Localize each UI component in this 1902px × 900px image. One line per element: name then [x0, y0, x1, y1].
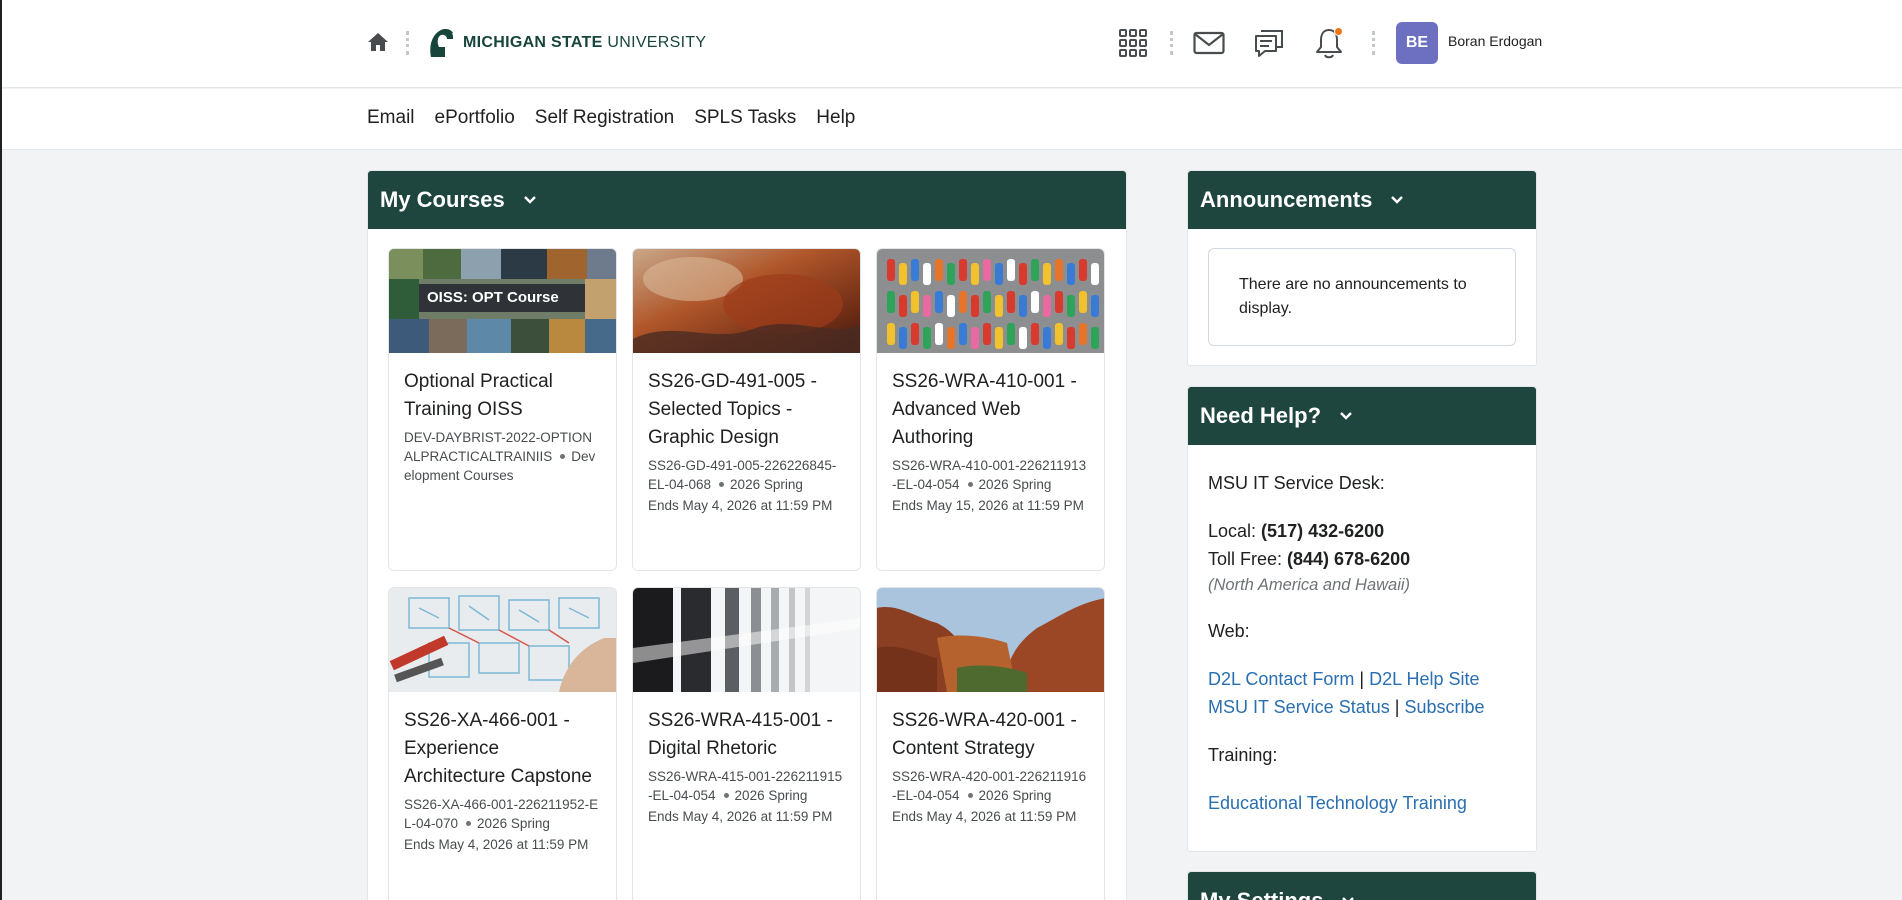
- course-end-date: Ends May 15, 2026 at 11:59 PM: [892, 498, 1084, 513]
- logo-light-text: UNIVERSITY: [607, 34, 707, 51]
- course-meta: SS26-WRA-410-001-226211913-EL-04-054 2026…: [892, 456, 1089, 494]
- course-code: DEV-DAYBRIST-2022-OPTIONALPRACTICALTRAIN…: [404, 430, 593, 464]
- course-title: SS26-GD-491-005 - Selected Topics - Grap…: [648, 371, 817, 448]
- separator-dot: [967, 481, 973, 487]
- course-image-collage: OISS: OPT Course: [389, 249, 616, 353]
- course-term: 2026 Spring: [978, 477, 1052, 492]
- course-end-date: Ends May 4, 2026 at 11:59 PM: [648, 498, 833, 513]
- avatar[interactable]: BE: [1396, 22, 1438, 64]
- nav-item-eportfolio[interactable]: ePortfolio: [435, 107, 515, 129]
- my-courses-widget: My Courses OISS: OPT Course Optional Pra…: [367, 170, 1127, 900]
- local-phone[interactable]: (517) 432-6200: [1261, 521, 1384, 541]
- announcements-header[interactable]: Announcements: [1188, 171, 1536, 229]
- tollfree-label: Toll Free:: [1208, 549, 1288, 569]
- email-icon[interactable]: [1190, 24, 1228, 62]
- course-title: SS26-XA-466-001 - Experience Architectur…: [404, 710, 592, 787]
- nav-item-self-registration[interactable]: Self Registration: [535, 107, 674, 129]
- msu-logo[interactable]: MICHIGAN STATE UNIVERSITY: [427, 26, 706, 60]
- separator-dot: [466, 820, 472, 826]
- region-note: (North America and Hawaii): [1208, 576, 1411, 594]
- tollfree-phone-line: Toll Free: (844) 678-6200: [1208, 545, 1516, 573]
- my-settings-header[interactable]: My Settings: [1188, 872, 1536, 900]
- need-help-widget: Need Help? MSU IT Service Desk: Local: (…: [1187, 386, 1537, 852]
- course-term: 2026 Spring: [477, 816, 550, 831]
- separator-dot: [723, 792, 729, 798]
- msu-it-service-status-link[interactable]: MSU IT Service Status: [1208, 697, 1390, 717]
- announcements-widget: Announcements There are no announcements…: [1187, 170, 1537, 366]
- course-card[interactable]: SS26-WRA-415-001 - Digital Rhetoric SS26…: [632, 587, 861, 900]
- course-term: 2026 Spring: [730, 477, 803, 492]
- link-separator: |: [1394, 697, 1400, 717]
- course-image-buoys: [877, 249, 1104, 353]
- my-courses-header[interactable]: My Courses: [368, 171, 1126, 229]
- training-label: Training:: [1208, 745, 1278, 765]
- course-meta: SS26-WRA-415-001-226211915-EL-04-054 2026…: [648, 767, 845, 805]
- announcements-title: Announcements: [1200, 187, 1373, 212]
- course-card[interactable]: SS26-GD-491-005 - Selected Topics - Grap…: [632, 248, 861, 571]
- header-divider: [1372, 31, 1375, 55]
- course-title: SS26-WRA-410-001 - Advanced Web Authorin…: [892, 371, 1077, 448]
- course-title: SS26-WRA-415-001 - Digital Rhetoric: [648, 710, 833, 759]
- help-links: D2L Contact Form | D2L Help Site MSU IT …: [1208, 665, 1516, 721]
- course-title: Optional Practical Training OISS: [404, 371, 553, 420]
- separator-dot: [560, 453, 566, 459]
- nav-bar: Email ePortfolio Self Registration SPLS …: [2, 89, 1902, 150]
- educational-technology-training-link[interactable]: Educational Technology Training: [1208, 793, 1467, 813]
- course-meta: SS26-XA-466-001-226211952-EL-04-070 2026 …: [404, 795, 601, 833]
- nav-item-spls-tasks[interactable]: SPLS Tasks: [694, 107, 796, 129]
- spartan-helmet-icon: [430, 29, 454, 57]
- need-help-header[interactable]: Need Help?: [1188, 387, 1536, 445]
- local-phone-line: Local: (517) 432-6200: [1208, 517, 1516, 545]
- chat-icon[interactable]: [1250, 24, 1288, 62]
- my-settings-widget: My Settings: [1187, 871, 1537, 900]
- header-divider: [1170, 31, 1173, 55]
- bell-icon[interactable]: [1310, 24, 1348, 62]
- course-image-nebula: [633, 249, 860, 353]
- course-meta: SS26-GD-491-005-226226845-EL-04-068 2026 …: [648, 456, 845, 494]
- course-meta: DEV-DAYBRIST-2022-OPTIONALPRACTICALTRAIN…: [404, 428, 601, 485]
- header-divider: [406, 31, 409, 55]
- chevron-down-icon[interactable]: [1341, 894, 1355, 900]
- announcements-empty-message: There are no announcements to display.: [1208, 248, 1516, 346]
- course-term: 2026 Spring: [978, 788, 1052, 803]
- web-label: Web:: [1208, 621, 1250, 641]
- course-term: 2026 Spring: [734, 788, 808, 803]
- tollfree-phone[interactable]: (844) 678-6200: [1287, 549, 1410, 569]
- chevron-down-icon[interactable]: [523, 193, 537, 207]
- nav-item-help[interactable]: Help: [816, 107, 855, 129]
- d2l-contact-form-link[interactable]: D2L Contact Form: [1208, 669, 1354, 689]
- course-image-wireframes: [389, 588, 616, 692]
- my-courses-title: My Courses: [380, 187, 505, 212]
- my-settings-title: My Settings: [1200, 888, 1323, 900]
- course-card[interactable]: SS26-WRA-410-001 - Advanced Web Authorin…: [876, 248, 1105, 571]
- apps-grid-icon[interactable]: [1114, 24, 1152, 62]
- logo-bold-text: MICHIGAN STATE: [463, 34, 603, 51]
- service-desk-label: MSU IT Service Desk:: [1208, 473, 1385, 493]
- course-end-date: Ends May 4, 2026 at 11:59 PM: [648, 809, 833, 824]
- d2l-help-site-link[interactable]: D2L Help Site: [1369, 669, 1479, 689]
- home-icon[interactable]: [366, 30, 390, 54]
- course-end-date: Ends May 4, 2026 at 11:59 PM: [404, 837, 589, 852]
- course-meta: SS26-WRA-420-001-226211916-EL-04-054 2026…: [892, 767, 1089, 805]
- chevron-down-icon[interactable]: [1390, 193, 1404, 207]
- course-image-columns: [633, 588, 860, 692]
- course-card[interactable]: OISS: OPT Course Optional Practical Trai…: [388, 248, 617, 571]
- need-help-title: Need Help?: [1200, 403, 1322, 428]
- course-end-date: Ends May 4, 2026 at 11:59 PM: [892, 809, 1077, 824]
- course-card[interactable]: SS26-XA-466-001 - Experience Architectur…: [388, 587, 617, 900]
- course-image-canyon: [877, 588, 1104, 692]
- local-label: Local:: [1208, 521, 1262, 541]
- notification-dot: [1334, 27, 1343, 36]
- top-header: MICHIGAN STATE UNIVERSITY BE Boran Erdog…: [2, 0, 1902, 88]
- separator-dot: [719, 481, 725, 487]
- separator-dot: [967, 792, 973, 798]
- link-separator: |: [1359, 669, 1365, 689]
- course-card[interactable]: SS26-WRA-420-001 - Content Strategy SS26…: [876, 587, 1105, 900]
- nav-item-email[interactable]: Email: [367, 107, 415, 129]
- course-title: SS26-WRA-420-001 - Content Strategy: [892, 710, 1077, 759]
- chevron-down-icon[interactable]: [1339, 409, 1353, 423]
- user-name[interactable]: Boran Erdogan: [1448, 33, 1542, 49]
- subscribe-link[interactable]: Subscribe: [1404, 697, 1484, 717]
- course-image-label: OISS: OPT Course: [427, 289, 559, 306]
